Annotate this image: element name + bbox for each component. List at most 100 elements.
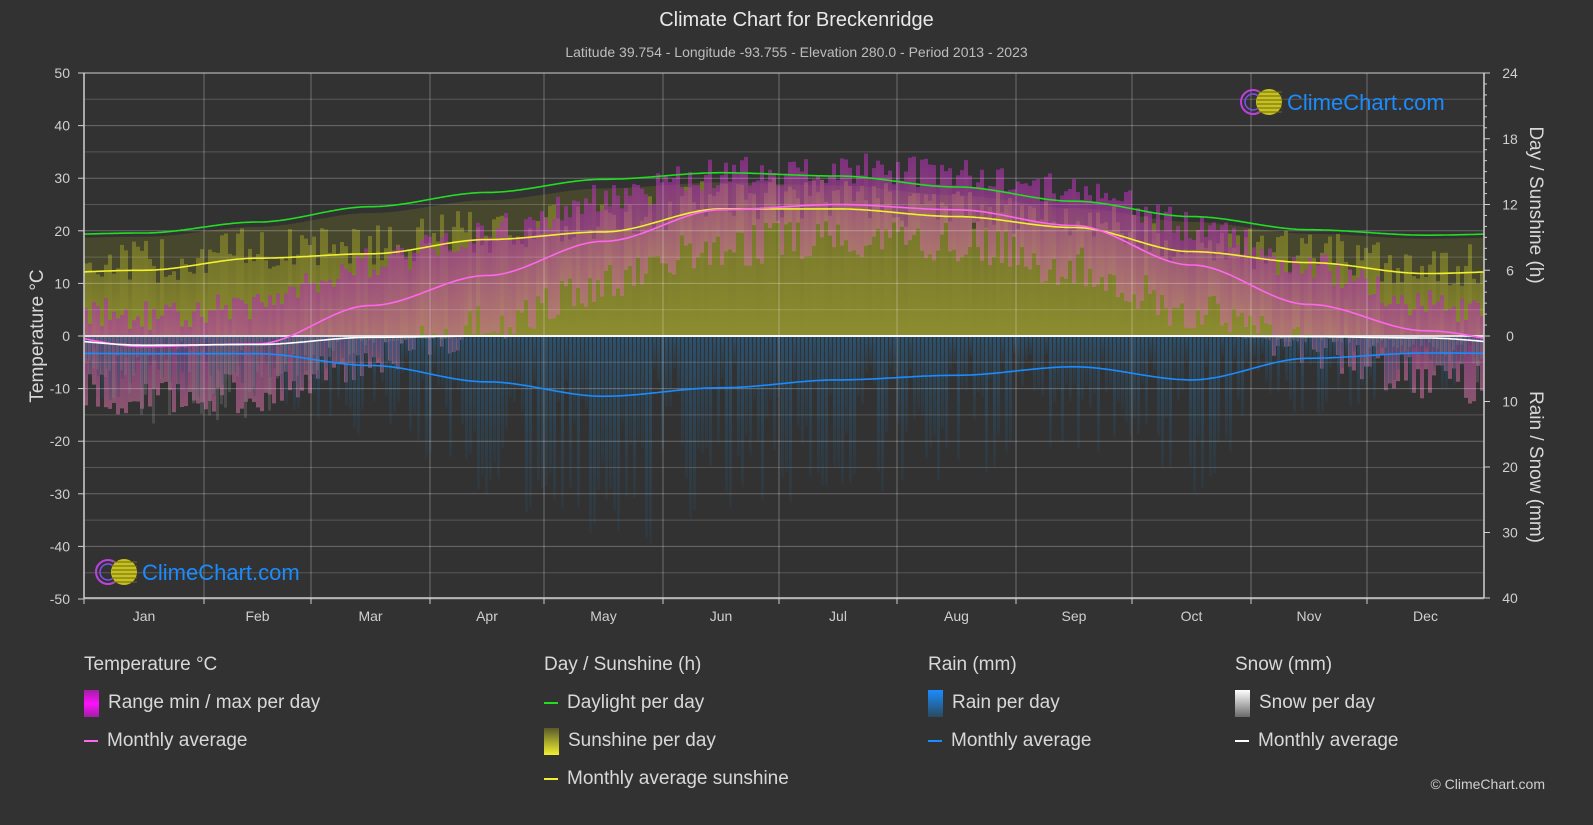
month-label: Jun bbox=[710, 608, 733, 624]
temperature-range-bar bbox=[1004, 191, 1008, 232]
temperature-range-bar bbox=[960, 170, 964, 257]
legend-label: Sunshine per day bbox=[568, 730, 716, 751]
rain-bar bbox=[1197, 336, 1200, 439]
temperature-range-bar bbox=[680, 186, 684, 236]
snow-bar bbox=[332, 336, 335, 351]
climechart-logo-top[interactable]: ClimeChart.com bbox=[1240, 89, 1445, 115]
temperature-range-bar bbox=[1080, 199, 1084, 248]
snow-bar bbox=[132, 336, 135, 376]
month-label: Aug bbox=[944, 608, 969, 624]
snow-bar bbox=[168, 336, 171, 415]
temperature-range-bar bbox=[1116, 200, 1120, 298]
rain-bar bbox=[1009, 336, 1012, 443]
rain-bar bbox=[1097, 336, 1100, 453]
temperature-range-bar bbox=[996, 169, 1000, 232]
snow-bar bbox=[232, 336, 235, 375]
rain-bar bbox=[901, 336, 904, 480]
rain-bar bbox=[1065, 336, 1068, 385]
rain-bar bbox=[861, 336, 864, 405]
snow-bar bbox=[1448, 336, 1451, 362]
rain-bar bbox=[441, 336, 444, 388]
rain-bar bbox=[629, 336, 632, 445]
rain-bar bbox=[1221, 336, 1224, 357]
legend-item[interactable]: Rain per day bbox=[928, 689, 1091, 717]
temperature-range-bar bbox=[1132, 214, 1136, 295]
legend-item[interactable]: Sunshine per day bbox=[544, 727, 789, 755]
legend-item[interactable]: Monthly average bbox=[84, 728, 320, 754]
rain-bar bbox=[1229, 336, 1232, 453]
rain-bar bbox=[1141, 336, 1144, 384]
temperature-range-bar bbox=[688, 171, 692, 244]
climechart-logo-bottom[interactable]: ClimeChart.com bbox=[95, 559, 300, 585]
temperature-range-bar bbox=[420, 239, 424, 326]
temperature-range-bar bbox=[1156, 204, 1160, 316]
temperature-range-bar bbox=[1332, 285, 1336, 343]
temperature-range-bar bbox=[588, 203, 592, 279]
rain-bar bbox=[909, 336, 912, 371]
rain-bar bbox=[1117, 336, 1120, 403]
rain-bar bbox=[601, 336, 604, 465]
legend-item[interactable]: Monthly average bbox=[1235, 728, 1398, 754]
rain-bar bbox=[657, 336, 660, 382]
legend-item[interactable]: Daylight per day bbox=[544, 690, 789, 716]
rain-bar bbox=[421, 336, 424, 381]
temperature-range-bar bbox=[1152, 230, 1156, 291]
legend-label: Monthly average bbox=[951, 730, 1092, 751]
temperature-range-bar bbox=[1020, 183, 1024, 248]
legend-item[interactable]: Monthly average sunshine bbox=[544, 766, 789, 792]
temperature-range-bar bbox=[720, 175, 724, 265]
rain-bar bbox=[1153, 336, 1156, 372]
temperature-range-bar bbox=[440, 237, 444, 347]
rain-bar bbox=[953, 336, 956, 364]
temperature-range-bar bbox=[1264, 255, 1268, 324]
legend-snow: Snow (mm) Snow per day Monthly average bbox=[1235, 654, 1398, 766]
rain-bar bbox=[769, 336, 772, 400]
temperature-range-bar bbox=[1292, 257, 1296, 330]
rain-bar bbox=[1317, 336, 1320, 414]
rain-bar bbox=[393, 336, 396, 414]
legend-item[interactable]: Snow per day bbox=[1235, 689, 1398, 717]
temperature-range-bar bbox=[844, 159, 848, 241]
rain-bar bbox=[1053, 336, 1056, 403]
temperature-range-bar bbox=[840, 158, 844, 246]
rain-bar bbox=[529, 336, 532, 508]
temperature-range-bar bbox=[780, 185, 784, 255]
rain-bar bbox=[741, 336, 744, 487]
rain-bar bbox=[941, 336, 944, 429]
rain-bar bbox=[641, 336, 644, 448]
temperature-range-bar bbox=[1048, 173, 1052, 270]
rain-bar bbox=[1201, 336, 1204, 488]
rain-bar bbox=[845, 336, 848, 434]
snow-bar bbox=[312, 336, 315, 355]
legend-item[interactable]: Monthly average bbox=[928, 728, 1091, 754]
temperature-range-bar bbox=[1096, 183, 1100, 285]
temperature-range-bar bbox=[672, 178, 676, 275]
rain-bar bbox=[809, 336, 812, 477]
month-label: Feb bbox=[245, 608, 269, 624]
rain-bar bbox=[1041, 336, 1044, 397]
legend-label: Range min / max per day bbox=[108, 692, 321, 713]
snow-bar bbox=[220, 336, 223, 405]
rain-bar bbox=[725, 336, 728, 492]
legend-item[interactable]: Range min / max per day bbox=[84, 689, 321, 717]
left-tick-label: 50 bbox=[54, 65, 70, 81]
temperature-range-bar bbox=[836, 180, 840, 225]
rain-bar bbox=[689, 336, 692, 519]
copyright: © ClimeChart.com bbox=[1430, 776, 1545, 792]
left-axis-title: Temperature °C bbox=[27, 269, 48, 402]
rain-bar bbox=[537, 336, 540, 480]
rain-bar bbox=[817, 336, 820, 474]
snow-bar bbox=[236, 336, 239, 376]
temperature-range-bar bbox=[516, 237, 520, 311]
rain-bar bbox=[1149, 336, 1152, 361]
temperature-range-bar bbox=[592, 184, 596, 302]
rain-bar bbox=[1337, 336, 1340, 392]
temperature-range-bar bbox=[1012, 189, 1016, 237]
rain-bar bbox=[1277, 336, 1280, 393]
rain-bar bbox=[709, 336, 712, 467]
temperature-range-bar bbox=[500, 221, 504, 316]
rain-bar bbox=[205, 336, 208, 363]
rain-bar bbox=[1137, 336, 1140, 434]
rain-bar bbox=[545, 336, 548, 487]
rain-bar bbox=[513, 336, 516, 403]
